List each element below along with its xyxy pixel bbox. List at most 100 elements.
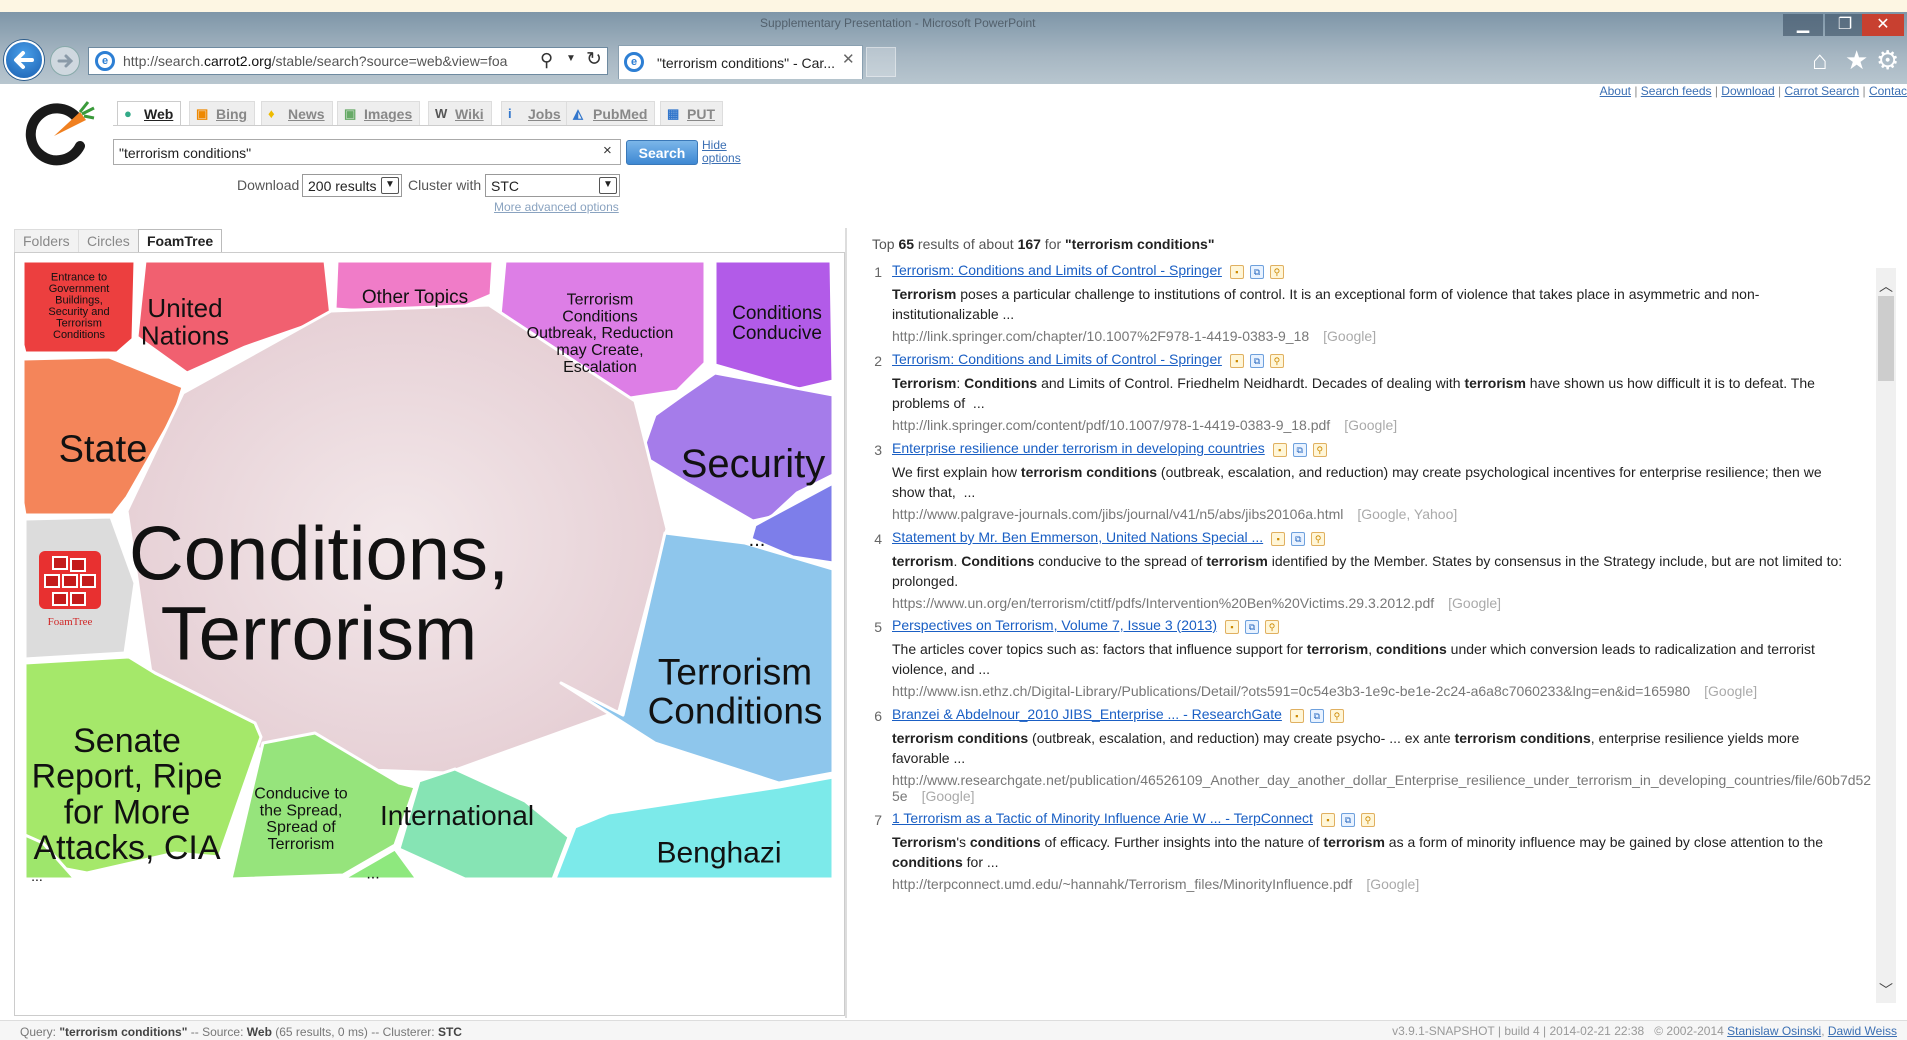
search-feeds-link[interactable]: Search feeds <box>1641 84 1712 98</box>
preview-magnifier-icon[interactable]: ⚲ <box>1360 813 1375 827</box>
tab-close-icon[interactable]: ✕ <box>842 50 855 68</box>
result-sources: [Google] <box>921 788 975 805</box>
result-snippet: terrorism. Conditions conducive to the s… <box>892 553 1843 589</box>
scroll-up-icon[interactable]: ︿ <box>1876 276 1896 296</box>
source-tab-web[interactable]: ● Web <box>117 101 182 125</box>
result-title-link[interactable]: Terrorism: Conditions and Limits of Cont… <box>892 262 1222 278</box>
search-button[interactable]: Search <box>626 140 698 165</box>
dropdown-icon[interactable]: ▼ <box>566 53 576 64</box>
result-url[interactable]: http://link.springer.com/content/pdf/10.… <box>892 417 1868 433</box>
contact-link[interactable]: Contac <box>1869 84 1907 98</box>
carrot-search-link[interactable]: Carrot Search <box>1784 84 1859 98</box>
cluster-label: ... <box>31 868 43 884</box>
author-link-osinski[interactable]: Stanislaw Osinski <box>1727 1024 1821 1038</box>
web-icon: ● <box>124 106 132 121</box>
source-tab-images[interactable]: ▣ Images <box>337 101 421 125</box>
close-window-button[interactable]: ✕ <box>1862 14 1904 36</box>
cluster-icon[interactable]: ▪ <box>1229 354 1244 368</box>
home-icon[interactable]: ⌂ <box>1812 46 1828 74</box>
tab-foamtree[interactable]: FoamTree <box>138 229 223 253</box>
result-item: 7 1 Terrorism as a Tactic of Minority Inf… <box>868 810 1868 892</box>
open-new-window-icon[interactable]: ⧉ <box>1249 354 1264 368</box>
search-input[interactable]: "terrorism conditions" <box>113 139 621 165</box>
settings-gear-icon[interactable]: ⚙ <box>1876 46 1899 74</box>
cluster-label: Conducive to the Spread, Spread of Terroris… <box>254 786 347 853</box>
open-new-window-icon[interactable]: ⧉ <box>1249 265 1264 279</box>
minimize-button[interactable]: ▁ <box>1783 14 1823 36</box>
preview-magnifier-icon[interactable]: ⚲ <box>1269 265 1284 279</box>
scrollbar-thumb[interactable] <box>1878 296 1894 381</box>
result-title-link[interactable]: Perspectives on Terrorism, Volume 7, Iss… <box>892 617 1217 633</box>
open-new-window-icon[interactable]: ⧉ <box>1340 813 1355 827</box>
clear-query-icon[interactable]: × <box>603 142 612 159</box>
open-new-window-icon[interactable]: ⧉ <box>1291 532 1306 546</box>
new-tab-button[interactable] <box>866 47 896 77</box>
result-item: 4 Statement by Mr. Ben Emmerson, United N… <box>868 529 1868 611</box>
open-new-window-icon[interactable]: ⧉ <box>1309 709 1324 723</box>
preview-magnifier-icon[interactable]: ⚲ <box>1329 709 1344 723</box>
source-tab-bing[interactable]: ▣ Bing <box>189 101 256 125</box>
result-title-link[interactable]: Enterprise resilience under terrorism in… <box>892 440 1265 456</box>
preview-magnifier-icon[interactable]: ⚲ <box>1312 443 1327 457</box>
source-tab-pubmed[interactable]: ◭ PubMed <box>566 101 656 125</box>
maximize-button[interactable]: ❐ <box>1825 14 1865 36</box>
refresh-icon[interactable]: ↻ <box>586 48 602 71</box>
scroll-down-icon[interactable]: ﹀ <box>1876 980 1896 1000</box>
address-bar[interactable]: http://search.carrot2.org/stable/search?… <box>88 47 608 75</box>
about-link[interactable]: About <box>1600 84 1631 98</box>
browser-tab[interactable]: "terrorism conditions" - Car... <box>618 45 863 79</box>
hide-options-link[interactable]: Hide options <box>702 139 741 165</box>
cluster-icon[interactable]: ▪ <box>1272 443 1287 457</box>
download-count-select[interactable]: 200 results ▼ <box>302 174 402 197</box>
preview-magnifier-icon[interactable]: ⚲ <box>1311 532 1326 546</box>
cluster-label: United Nations <box>141 293 229 350</box>
cluster-icon[interactable]: ▪ <box>1271 532 1286 546</box>
result-title-link[interactable]: Terrorism: Conditions and Limits of Cont… <box>892 351 1222 367</box>
cluster-icon[interactable]: ▪ <box>1320 813 1335 827</box>
result-item: 6 Branzei & Abdelnour_2010 JIBS_Enterpris… <box>868 706 1871 810</box>
tab-folders[interactable]: Folders <box>14 229 79 253</box>
author-link-weiss[interactable]: Dawid Weiss <box>1828 1024 1897 1038</box>
put-icon: ▦ <box>667 106 680 121</box>
tab-circles[interactable]: Circles <box>78 229 139 253</box>
forward-button[interactable] <box>50 46 80 76</box>
result-url[interactable]: http://www.researchgate.net/publication/… <box>892 772 1872 810</box>
cluster-label: Cluster with <box>408 177 482 193</box>
result-url[interactable]: http://www.palgrave-journals.com/jibs/jo… <box>892 506 1868 522</box>
open-new-window-icon[interactable]: ⧉ <box>1245 620 1260 634</box>
cluster-icon[interactable]: ▪ <box>1289 709 1304 723</box>
result-title-link[interactable]: Branzei & Abdelnour_2010 JIBS_Enterprise… <box>892 706 1282 722</box>
panel-divider[interactable] <box>845 228 847 1018</box>
result-url[interactable]: https://www.un.org/en/terrorism/ctitf/pd… <box>892 595 1868 611</box>
result-sources: [Google, Yahoo] <box>1357 506 1458 523</box>
source-tab-put[interactable]: ▦ PUT <box>660 101 723 125</box>
foamtree-logo-label: FoamTree <box>48 616 93 628</box>
search-icon[interactable]: ⚲ <box>540 50 553 71</box>
open-new-window-icon[interactable]: ⧉ <box>1292 443 1307 457</box>
carrot2-logo[interactable] <box>22 96 100 166</box>
result-url[interactable]: http://terpconnect.umd.edu/~hannahk/Terr… <box>892 876 1868 892</box>
clusterer-select[interactable]: STC ▼ <box>485 174 620 197</box>
source-tab-news[interactable]: ♦ News <box>261 101 333 125</box>
result-title-link[interactable]: Statement by Mr. Ben Emmerson, United Na… <box>892 529 1263 545</box>
cluster-icon[interactable]: ▪ <box>1225 620 1240 634</box>
cluster-label: Conditions Conducive <box>732 303 822 344</box>
favorites-star-icon[interactable]: ★ <box>1845 46 1868 74</box>
result-title-link[interactable]: 1 Terrorism as a Tactic of Minority Infl… <box>892 810 1313 826</box>
foamtree-logo-icon: FoamTree <box>39 551 101 628</box>
source-tab-wiki[interactable]: W Wiki <box>428 101 492 125</box>
download-link[interactable]: Download <box>1721 84 1774 98</box>
result-url[interactable]: http://www.isn.ethz.ch/Digital-Library/P… <box>892 683 1868 699</box>
preview-magnifier-icon[interactable]: ⚲ <box>1269 354 1284 368</box>
results-summary: Top 65 results of about 167 for "terrori… <box>872 236 1215 252</box>
advanced-options-link[interactable]: More advanced options <box>494 200 619 214</box>
cluster-icon[interactable]: ▪ <box>1229 265 1244 279</box>
source-tab-jobs[interactable]: i Jobs <box>501 101 569 125</box>
back-button[interactable] <box>4 40 44 80</box>
result-snippet: We first explain how terrorism condition… <box>892 464 1822 500</box>
tab-ie-icon: e <box>624 52 644 72</box>
url-host: carrot2.org <box>203 53 272 69</box>
result-url[interactable]: http://link.springer.com/chapter/10.1007… <box>892 328 1868 344</box>
preview-magnifier-icon[interactable]: ⚲ <box>1265 620 1280 634</box>
pubmed-icon: ◭ <box>573 106 583 121</box>
